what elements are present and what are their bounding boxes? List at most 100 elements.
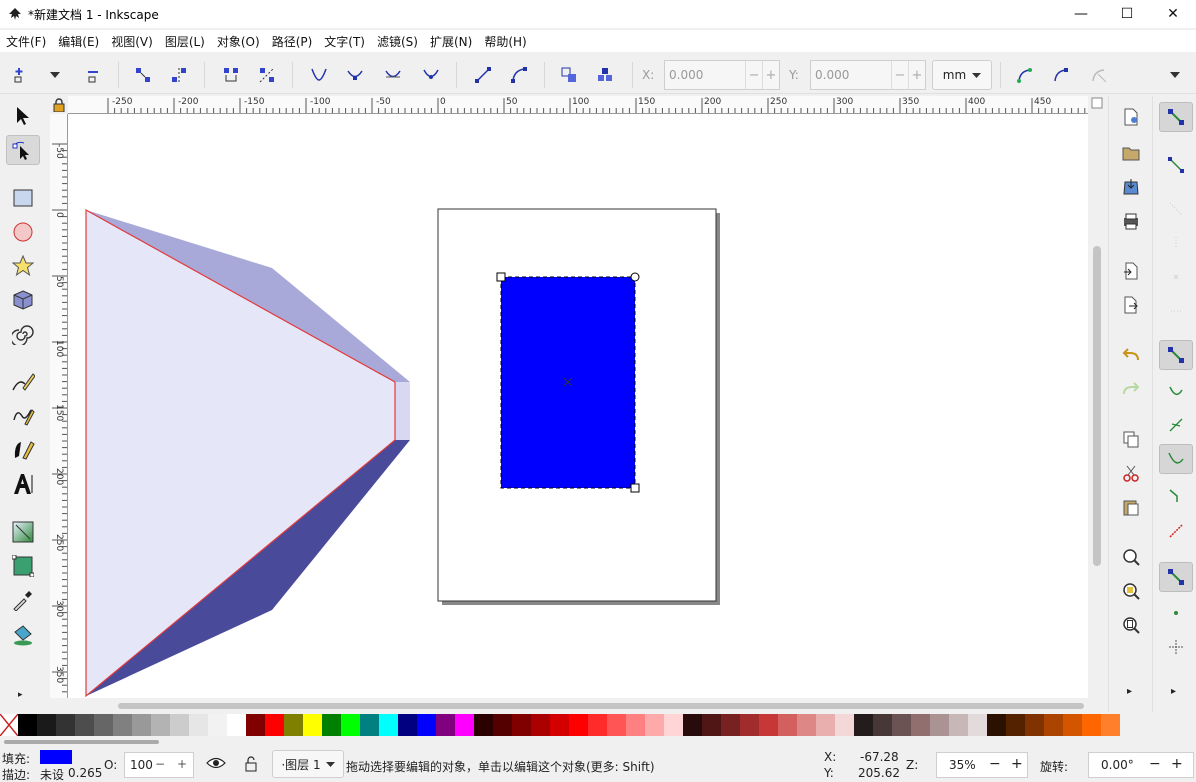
- star-tool[interactable]: [6, 251, 40, 281]
- zoom-input[interactable]: 35% − +: [936, 752, 1028, 778]
- snap-nodes-toggle[interactable]: [1159, 340, 1193, 370]
- segment-curve-icon[interactable]: [508, 64, 530, 86]
- palette-swatch[interactable]: [512, 714, 531, 736]
- commands-more-icon[interactable]: ▸: [1127, 686, 1132, 697]
- menu-layer[interactable]: 图层(L): [159, 33, 211, 50]
- snap-bbox-icon[interactable]: [1159, 150, 1193, 180]
- palette-swatch[interactable]: [113, 714, 132, 736]
- palette-swatch[interactable]: [303, 714, 322, 736]
- opacity-increment-button[interactable]: +: [177, 757, 187, 771]
- palette-swatch[interactable]: [835, 714, 854, 736]
- palette-swatch[interactable]: [683, 714, 702, 736]
- rectangle-tool[interactable]: [6, 183, 40, 213]
- palette-swatch[interactable]: [873, 714, 892, 736]
- calligraphy-tool[interactable]: [6, 435, 40, 465]
- menu-filters[interactable]: 滤镜(S): [371, 33, 424, 50]
- zoom-selection-icon[interactable]: [1120, 546, 1142, 568]
- opacity-input[interactable]: 100 − +: [124, 752, 194, 778]
- palette-swatch[interactable]: [75, 714, 94, 736]
- mesh-tool[interactable]: [6, 551, 40, 581]
- palette-swatch[interactable]: [797, 714, 816, 736]
- redo-icon[interactable]: [1120, 378, 1142, 400]
- y-decrement-button[interactable]: −: [891, 61, 908, 89]
- stroke-width-value[interactable]: 0.265: [68, 766, 102, 780]
- palette-swatch[interactable]: [550, 714, 569, 736]
- unit-select[interactable]: mm: [932, 60, 992, 90]
- palette-swatch[interactable]: [341, 714, 360, 736]
- palette-swatch[interactable]: [37, 714, 56, 736]
- paste-icon[interactable]: [1120, 496, 1142, 518]
- snap-enable-toggle[interactable]: [1159, 102, 1193, 132]
- dropper-tool[interactable]: [6, 585, 40, 615]
- palette-swatch[interactable]: [911, 714, 930, 736]
- horizontal-scrollbar[interactable]: [68, 700, 1088, 712]
- palette-swatch[interactable]: [588, 714, 607, 736]
- palette-swatch[interactable]: [987, 714, 1006, 736]
- save-document-icon[interactable]: [1120, 176, 1142, 198]
- snap-bbox-edge-icon[interactable]: [1159, 194, 1193, 224]
- export-icon[interactable]: [1120, 294, 1142, 316]
- corner-handle[interactable]: [630, 272, 640, 282]
- palette-swatch[interactable]: [474, 714, 493, 736]
- menu-extensions[interactable]: 扩展(N): [424, 33, 478, 50]
- cut-icon[interactable]: [1120, 462, 1142, 484]
- palette-swatch[interactable]: [759, 714, 778, 736]
- zoom-in-button[interactable]: +: [1011, 756, 1023, 772]
- close-button[interactable]: ✕: [1150, 0, 1196, 28]
- palette-swatch[interactable]: [417, 714, 436, 736]
- snap-center-icon[interactable]: [1159, 598, 1193, 628]
- layer-select[interactable]: ·图层 1: [272, 750, 344, 778]
- trapezoid-object[interactable]: [85, 208, 410, 698]
- x-coordinate-input[interactable]: 0.000 − +: [664, 60, 780, 90]
- join-nodes-icon[interactable]: [132, 64, 154, 86]
- break-path-icon[interactable]: [168, 64, 190, 86]
- palette-swatch[interactable]: [531, 714, 550, 736]
- corner-handle[interactable]: [630, 483, 640, 493]
- palette-swatch[interactable]: [569, 714, 588, 736]
- palette-swatch[interactable]: [1025, 714, 1044, 736]
- palette-swatch[interactable]: [208, 714, 227, 736]
- pen-tool[interactable]: [6, 401, 40, 431]
- drawing-canvas[interactable]: [68, 114, 1088, 698]
- scroll-up-icon[interactable]: [1090, 96, 1104, 110]
- palette-swatch[interactable]: [246, 714, 265, 736]
- palette-swatch[interactable]: [455, 714, 474, 736]
- menu-file[interactable]: 文件(F): [0, 33, 52, 50]
- palette-swatch[interactable]: [170, 714, 189, 736]
- palette-swatch[interactable]: [265, 714, 284, 736]
- menu-text[interactable]: 文字(T): [318, 33, 371, 50]
- delete-node-icon[interactable]: [82, 64, 104, 86]
- join-segment-icon[interactable]: [220, 64, 242, 86]
- palette-swatch[interactable]: [132, 714, 151, 736]
- palette-swatch[interactable]: [151, 714, 170, 736]
- palette-swatch[interactable]: [607, 714, 626, 736]
- copy-icon[interactable]: [1120, 428, 1142, 450]
- palette-swatch[interactable]: [189, 714, 208, 736]
- gradient-tool[interactable]: [6, 517, 40, 547]
- palette-swatch[interactable]: [284, 714, 303, 736]
- opacity-decrement-button[interactable]: −: [155, 757, 165, 771]
- corner-handle[interactable]: [496, 272, 506, 282]
- toolbar-overflow-icon[interactable]: [1164, 64, 1186, 86]
- palette-swatch[interactable]: [398, 714, 417, 736]
- undo-icon[interactable]: [1120, 344, 1142, 366]
- snap-others-toggle[interactable]: [1159, 562, 1193, 592]
- no-paint-swatch[interactable]: [0, 713, 19, 737]
- lock-guides-icon[interactable]: [50, 96, 68, 114]
- zoom-page-icon[interactable]: [1120, 614, 1142, 636]
- palette-swatch[interactable]: [892, 714, 911, 736]
- snap-smooth-icon[interactable]: [1159, 480, 1193, 510]
- snap-more-icon[interactable]: ▸: [1171, 686, 1176, 697]
- insert-node-icon[interactable]: [8, 64, 30, 86]
- text-tool[interactable]: [6, 469, 40, 499]
- palette-swatch[interactable]: [930, 714, 949, 736]
- snap-path-icon[interactable]: [1159, 376, 1193, 406]
- palette-swatch[interactable]: [322, 714, 341, 736]
- palette-swatch[interactable]: [436, 714, 455, 736]
- pencil-tool[interactable]: [6, 367, 40, 397]
- palette-swatch[interactable]: [626, 714, 645, 736]
- snap-intersection-icon[interactable]: [1159, 410, 1193, 440]
- insert-node-dropdown-icon[interactable]: [44, 64, 66, 86]
- menu-help[interactable]: 帮助(H): [478, 33, 532, 50]
- menu-view[interactable]: 视图(V): [105, 33, 159, 50]
